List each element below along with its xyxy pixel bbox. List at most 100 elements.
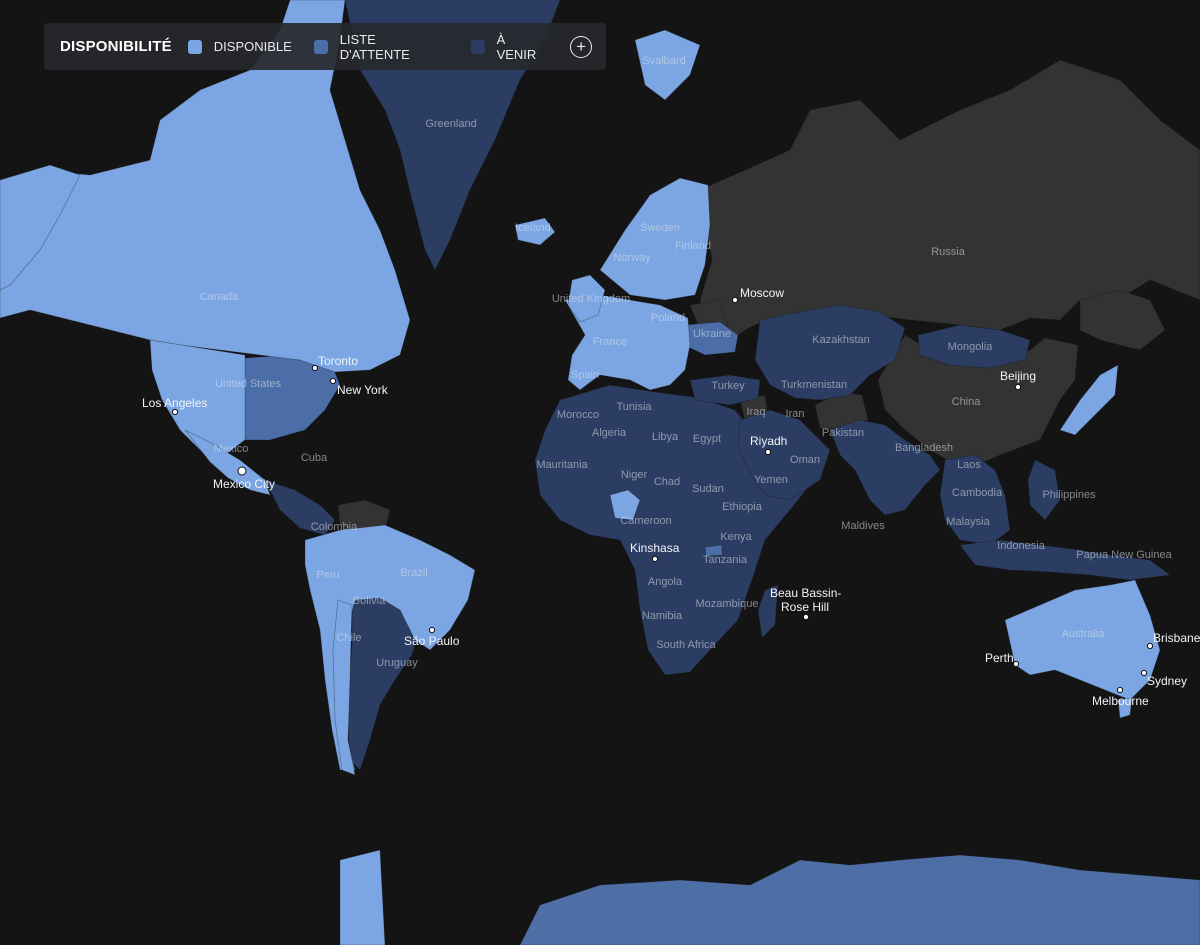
city-label-beau-bassin: Beau Bassin- [770, 586, 841, 600]
country-label-niger: Niger [621, 469, 648, 481]
legend-item-available[interactable]: DISPONIBLE [187, 39, 292, 54]
country-label-turkmenistan: Turkmenistan [781, 379, 847, 391]
country-label-united-states: United States [215, 378, 282, 390]
country-label-colombia: Colombia [311, 521, 358, 533]
country-label-bangladesh: Bangladesh [895, 442, 953, 454]
country-label-kenya: Kenya [720, 531, 752, 543]
city-dot-riyadh[interactable] [764, 448, 772, 456]
country-label-pakistan: Pakistan [822, 427, 864, 439]
country-label-mexico: Mexico [214, 443, 249, 455]
country-label-ukraine: Ukraine [693, 328, 731, 340]
country-label-spain: Spain [571, 369, 599, 381]
country-label-peru: Peru [316, 569, 339, 581]
country-label-namibia: Namibia [642, 610, 683, 622]
city-label-s-o-paulo: São Paulo [404, 634, 460, 648]
city-label-toronto: Toronto [318, 354, 358, 368]
country-label-sweden: Sweden [640, 222, 680, 234]
country-label-angola: Angola [648, 576, 683, 588]
city-label-rose-hill: Rose Hill [781, 600, 829, 614]
legend-swatch-available [187, 39, 202, 54]
country-label-yemen: Yemen [754, 474, 788, 486]
country-label-malaysia: Malaysia [946, 516, 990, 528]
city-dot-s-o-paulo[interactable] [428, 626, 436, 634]
country-label-south-africa: South Africa [656, 639, 716, 651]
country-label-china: China [952, 396, 982, 408]
country-label-chad: Chad [654, 476, 680, 488]
city-dot-los-angeles[interactable] [171, 408, 179, 416]
country-label-greenland: Greenland [425, 118, 476, 130]
antarctica-region[interactable] [519, 854, 1200, 945]
legend-swatch-coming-soon [470, 39, 485, 54]
australia-region[interactable] [1004, 579, 1161, 701]
city-dot-mexico-city[interactable] [237, 466, 247, 476]
city-label-los-angeles: Los Angeles [142, 396, 207, 410]
country-label-bolivia: Bolivia [353, 595, 386, 607]
country-label-sudan: Sudan [692, 483, 724, 495]
country-label-morocco: Morocco [557, 409, 599, 421]
country-label-kazakhstan: Kazakhstan [812, 334, 869, 346]
city-label-moscow: Moscow [740, 286, 784, 300]
country-label-indonesia: Indonesia [997, 540, 1046, 552]
country-label-poland: Poland [651, 312, 685, 324]
country-label-papua-new-guinea: Papua New Guinea [1076, 549, 1172, 561]
country-label-finland: Finland [675, 240, 711, 252]
city-label-brisbane: Brisbane [1153, 631, 1200, 645]
city-dot-moscow[interactable] [731, 296, 739, 304]
plus-circle-icon[interactable]: + [570, 35, 593, 58]
city-dot-melbourne[interactable] [1116, 686, 1124, 694]
country-label-turkey: Turkey [711, 380, 745, 392]
city-label-beijing: Beijing [1000, 369, 1036, 383]
legend-title: DISPONIBILITÉ [60, 38, 172, 55]
city-label-mexico-city: Mexico City [213, 477, 275, 491]
legend-label-coming-soon: À VENIR [496, 31, 537, 62]
map-canvas[interactable]: Greenland Svalbard Iceland Sweden Finland Nor… [0, 0, 1200, 945]
country-label-mozambique: Mozambique [696, 598, 759, 610]
city-dot-perth[interactable] [1012, 660, 1020, 668]
legend-item-coming-soon[interactable]: À VENIR [470, 31, 548, 62]
country-label-philippines: Philippines [1042, 489, 1096, 501]
country-label-brazil: Brazil [400, 567, 428, 579]
country-label-iran: Iran [786, 408, 805, 420]
russia-far-east[interactable] [1079, 289, 1166, 351]
country-label-egypt: Egypt [693, 433, 721, 445]
country-label-france: France [593, 336, 627, 348]
country-label-chile: Chile [336, 632, 361, 644]
legend-label-waitlist: LISTE D'ATTENTE [339, 31, 410, 62]
country-label-russia: Russia [931, 246, 966, 258]
legend-label-available: DISPONIBLE [213, 39, 292, 54]
city-label-melbourne: Melbourne [1092, 694, 1149, 708]
country-label-united-kingdom: United Kingdom [552, 293, 630, 305]
country-label-iceland: Iceland [515, 222, 550, 234]
city-dot-brisbane[interactable] [1146, 642, 1154, 650]
city-dot-new-york[interactable] [329, 377, 337, 385]
antarctic-islands[interactable] [339, 849, 386, 945]
country-label-uruguay: Uruguay [376, 657, 418, 669]
scandinavia-region[interactable] [599, 177, 711, 301]
city-label-perth: Perth [985, 651, 1014, 665]
country-label-laos: Laos [957, 459, 981, 471]
country-label-cameroon: Cameroon [620, 515, 671, 527]
country-label-tanzania: Tanzania [703, 554, 748, 566]
country-label-tunisia: Tunisia [616, 401, 652, 413]
city-dot-beijing[interactable] [1014, 383, 1022, 391]
city-dot-sydney[interactable] [1140, 669, 1148, 677]
country-label-cambodia: Cambodia [952, 487, 1003, 499]
country-label-norway: Norway [613, 252, 651, 264]
city-dot-toronto[interactable] [311, 364, 319, 372]
country-label-iraq: Iraq [747, 406, 766, 418]
country-label-maldives: Maldives [841, 520, 885, 532]
country-label-oman: Oman [790, 454, 820, 466]
country-label-canada: Canada [200, 291, 239, 303]
country-label-australia: Australia [1062, 628, 1106, 640]
availability-legend: DISPONIBILITÉ DISPONIBLE LISTE D'ATTENTE… [44, 23, 606, 70]
city-label-riyadh: Riyadh [750, 434, 787, 448]
country-label-svalbard: Svalbard [642, 55, 685, 67]
country-label-mauritania: Mauritania [536, 459, 588, 471]
legend-swatch-waitlist [313, 39, 328, 54]
world-map[interactable]: Greenland Svalbard Iceland Sweden Finland Nor… [0, 0, 1200, 945]
legend-item-waitlist[interactable]: LISTE D'ATTENTE [313, 31, 449, 62]
city-label-new-york: New York [337, 383, 389, 397]
country-label-ethiopia: Ethiopia [722, 501, 763, 513]
city-dot-beau-bassin[interactable] [802, 613, 810, 621]
city-dot-kinshasa[interactable] [651, 555, 659, 563]
